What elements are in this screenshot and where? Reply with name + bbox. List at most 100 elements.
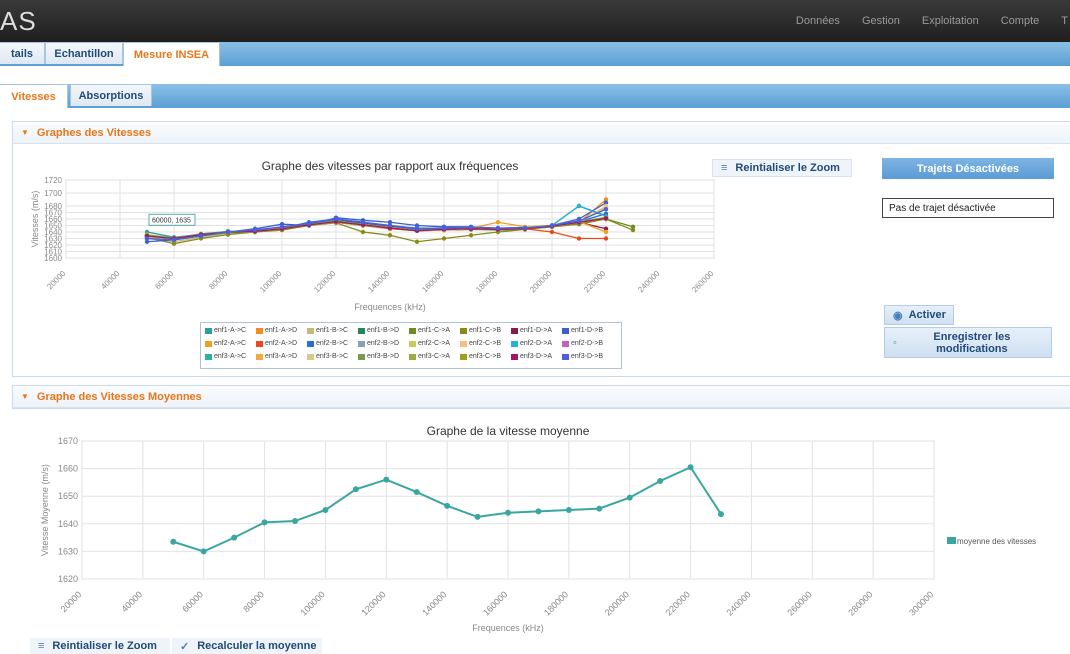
data-point <box>603 207 609 212</box>
x-tick-label: 100000 <box>258 269 284 295</box>
legend-item[interactable]: enf2-D->A <box>511 340 552 347</box>
data-point <box>576 236 582 241</box>
data-point <box>535 508 542 515</box>
x-tick-label: 20000 <box>59 589 84 614</box>
legend-label: enf1-C->A <box>418 327 451 334</box>
reset-zoom-button-2[interactable]: ≡ Reintialiser le Zoom <box>30 638 170 654</box>
tab-echantillon[interactable]: Echantillon <box>45 42 123 64</box>
panel-header[interactable]: ▼ Graphes des Vitesses <box>13 122 1070 144</box>
panel-header-2[interactable]: ▼ Graphe des Vitesses Moyennes <box>13 386 1070 408</box>
chart-vitesses-legend: enf1-A->C enf1-A->D enf1-B->C enf1-B->D enf1… <box>200 322 622 369</box>
data-point <box>505 509 511 516</box>
data-point <box>414 226 420 231</box>
legend-item[interactable]: enf1-A->C <box>205 327 246 334</box>
data-point <box>292 518 298 525</box>
x-tick-label: 260000 <box>785 589 813 617</box>
legend-item[interactable]: enf3-C->A <box>409 353 450 360</box>
y-tick-label: 1670 <box>58 436 78 446</box>
legend-swatch <box>205 340 212 347</box>
legend-swatch <box>307 327 314 334</box>
legend-label: enf1-A->C <box>214 327 247 334</box>
y-tick-label: 1660 <box>58 464 78 474</box>
legend-swatch <box>562 327 569 334</box>
data-point <box>630 227 636 233</box>
legend-item[interactable]: enf2-A->C <box>205 340 246 347</box>
legend-item[interactable]: enf2-D->B <box>562 340 603 347</box>
trajets-list[interactable]: Pas de trajet désactivée <box>882 198 1054 218</box>
data-point <box>360 220 366 225</box>
x-tick-label: 60000 <box>180 589 205 614</box>
legend-item[interactable]: enf3-B->D <box>358 353 399 360</box>
legend-item[interactable]: enf2-A->D <box>256 340 297 347</box>
legend-swatch <box>307 353 314 360</box>
legend-item[interactable]: enf3-A->D <box>256 353 297 360</box>
app-logo: AS <box>0 6 37 36</box>
legend-item[interactable]: enf3-A->C <box>205 353 246 360</box>
x-tick-label: 220000 <box>582 269 608 295</box>
x-tick-label: 120000 <box>312 269 338 295</box>
data-point <box>322 507 329 513</box>
tab-mesure-insea[interactable]: Mesure INSEA <box>123 42 220 66</box>
tab-details[interactable]: tails <box>0 42 45 64</box>
recalc-button[interactable]: ✓ Recalculer la moyenne <box>172 638 322 654</box>
legend-item[interactable]: enf1-C->B <box>460 327 501 334</box>
legend-swatch <box>511 340 518 347</box>
main-tabs: tails Echantillon Mesure INSEA <box>0 42 1070 66</box>
data-point <box>333 216 339 222</box>
panel-vitesses-moyennes: ▼ Graphe des Vitesses Moyennes <box>12 385 1070 409</box>
legend-item[interactable]: enf2-C->B <box>460 340 501 347</box>
data-point <box>200 548 207 555</box>
legend-item[interactable]: enf2-B->D <box>358 340 399 347</box>
data-point <box>387 223 393 228</box>
legend-swatch <box>409 353 416 360</box>
y-axis-label: Vitesses (m/s) <box>30 191 40 248</box>
data-point <box>360 229 366 235</box>
legend-item[interactable]: enf1-C->A <box>409 327 450 334</box>
legend-swatch <box>460 353 467 360</box>
x-tick-label: 60000 <box>153 269 175 291</box>
data-point <box>352 486 359 493</box>
legend-swatch <box>205 353 212 360</box>
nav-donnees[interactable]: Données <box>796 15 840 27</box>
legend-item[interactable]: enf1-A->D <box>256 327 297 334</box>
reset-icon: ≡ <box>721 162 728 174</box>
x-axis-label: Frequences (kHz) <box>354 302 426 312</box>
y-tick-label: 1720 <box>44 176 62 185</box>
activer-button[interactable]: ◉ Activer <box>884 305 954 325</box>
data-point <box>495 220 501 225</box>
legend-label: enf3-D->A <box>520 353 553 360</box>
legend-item[interactable]: enf3-D->A <box>511 353 552 360</box>
nav-compte[interactable]: Compte <box>1001 15 1040 27</box>
legend-item[interactable]: enf3-D->B <box>562 353 603 360</box>
legend-swatch <box>562 353 569 360</box>
chart-title: Graphe des vitesses par rapport aux fréq… <box>262 159 519 173</box>
enregistrer-button[interactable]: ◦ Enregistrer les modifications <box>884 327 1052 358</box>
nav-exploitation[interactable]: Exploitation <box>922 15 979 27</box>
tab-vitesses[interactable]: Vitesses <box>0 84 68 108</box>
legend-item[interactable]: enf1-D->B <box>562 327 603 334</box>
data-point <box>468 233 474 238</box>
legend-item[interactable]: enf3-C->B <box>460 353 501 360</box>
legend-swatch <box>358 327 365 334</box>
x-tick-label: 200000 <box>603 589 631 617</box>
legend-item[interactable]: enf2-C->A <box>409 340 450 347</box>
nav-gestion[interactable]: Gestion <box>862 15 900 27</box>
legend-item[interactable]: enf2-B->C <box>307 340 348 347</box>
data-point <box>441 225 447 231</box>
reset-zoom-button[interactable]: ≡ Reintialiser le Zoom <box>712 159 852 177</box>
legend-item[interactable]: enf1-B->C <box>307 327 348 334</box>
legend-label: enf1-C->B <box>469 327 502 334</box>
check-icon: ◉ <box>893 309 903 322</box>
x-tick-label: 180000 <box>542 589 570 617</box>
legend-item[interactable]: enf1-D->A <box>511 327 552 334</box>
tab-absorptions[interactable]: Absorptions <box>70 84 152 106</box>
legend-swatch <box>409 340 416 347</box>
legend-swatch <box>947 537 956 544</box>
trajets-empty-text: Pas de trajet désactivée <box>889 202 996 214</box>
nav-more[interactable]: T <box>1061 15 1068 27</box>
x-tick-label: 160000 <box>420 269 446 295</box>
x-tick-label: 240000 <box>725 589 753 617</box>
legend-item[interactable]: enf3-B->C <box>307 353 348 360</box>
legend-item[interactable]: enf1-B->D <box>358 327 399 334</box>
x-tick-label: 140000 <box>420 589 448 617</box>
